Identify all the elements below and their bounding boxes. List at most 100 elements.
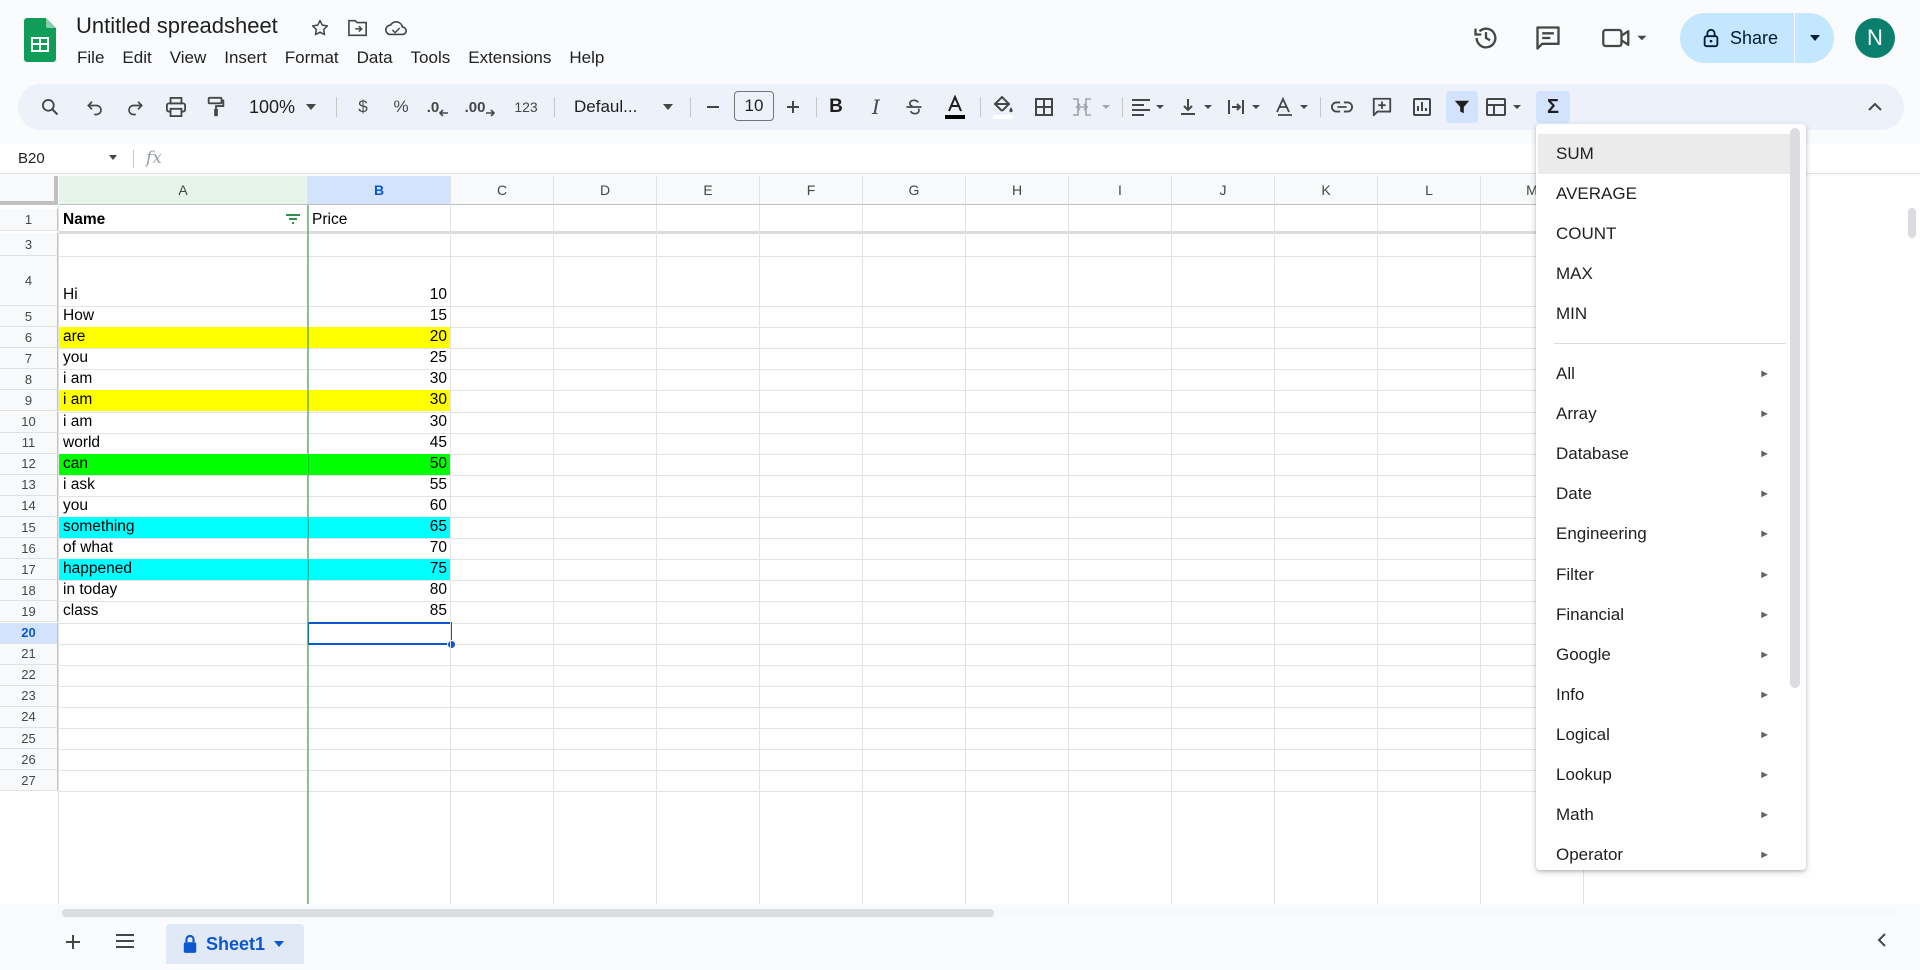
cell-b14[interactable]: 60 [308, 496, 451, 517]
row-header-6[interactable]: 6 [0, 327, 58, 349]
font-family-select[interactable]: Defaul... [566, 91, 682, 123]
cell-a3[interactable] [59, 233, 308, 256]
share-dropdown[interactable] [1795, 34, 1834, 42]
function-item-max[interactable]: MAX [1536, 254, 1792, 294]
cell-a10[interactable]: i am [59, 412, 308, 433]
decrease-font-size-button[interactable] [698, 91, 728, 123]
meet-call-icon[interactable] [1598, 20, 1654, 56]
cell-b3[interactable] [308, 233, 451, 256]
cell-b12[interactable]: 50 [308, 454, 451, 475]
menu-extensions[interactable]: Extensions [459, 46, 560, 70]
selected-cell-outline[interactable] [307, 621, 452, 645]
zoom-select[interactable]: 100% [240, 91, 326, 123]
cell-b7[interactable]: 25 [308, 348, 451, 369]
column-header-a[interactable]: A [59, 176, 308, 205]
function-category-all[interactable]: All ► [1536, 354, 1792, 394]
select-all-corner[interactable] [0, 176, 58, 205]
cell-a21[interactable] [59, 644, 308, 665]
row-header-16[interactable]: 16 [0, 538, 58, 560]
percent-format-button[interactable]: % [386, 91, 416, 123]
row-header-4[interactable]: 4 [0, 256, 58, 306]
increase-decimal-button[interactable]: .00 [462, 91, 498, 123]
vertical-align-icon[interactable] [1176, 91, 1220, 123]
cell-a9[interactable]: i am [59, 390, 308, 411]
cell-a13[interactable]: i ask [59, 475, 308, 496]
menu-tools[interactable]: Tools [402, 46, 460, 70]
function-category-database[interactable]: Database ► [1536, 434, 1792, 474]
document-title[interactable]: Untitled spreadsheet [76, 13, 278, 39]
row-header-18[interactable]: 18 [0, 580, 58, 602]
function-category-date[interactable]: Date ► [1536, 474, 1792, 514]
row-header-8[interactable]: 8 [0, 369, 58, 391]
cell-a24[interactable] [59, 707, 308, 728]
cell-b8[interactable]: 30 [308, 369, 451, 390]
cell-b4[interactable]: 10 [308, 256, 451, 306]
cell-b15[interactable]: 65 [308, 517, 451, 538]
cell-b16[interactable]: 70 [308, 538, 451, 559]
paint-format-icon[interactable] [200, 91, 232, 123]
row-header-23[interactable]: 23 [0, 685, 58, 707]
cell-b24[interactable] [308, 707, 451, 728]
function-item-min[interactable]: MIN [1536, 294, 1792, 334]
row-header-21[interactable]: 21 [0, 643, 58, 665]
increase-font-size-button[interactable] [778, 91, 808, 123]
decrease-decimal-button[interactable]: .0 [422, 91, 454, 123]
print-icon[interactable] [160, 91, 192, 123]
cell-b10[interactable]: 30 [308, 412, 451, 433]
cell-a15[interactable]: something [59, 517, 308, 538]
name-box[interactable]: B20 [18, 150, 45, 167]
collapse-toolbar-icon[interactable] [1860, 91, 1890, 123]
function-category-financial[interactable]: Financial ► [1536, 595, 1792, 635]
cell-a25[interactable] [59, 728, 308, 749]
row-header-26[interactable]: 26 [0, 749, 58, 771]
insert-chart-icon[interactable] [1406, 91, 1438, 123]
cell-a8[interactable]: i am [59, 369, 308, 390]
fill-color-icon[interactable] [986, 91, 1020, 123]
menu-insert[interactable]: Insert [215, 46, 276, 70]
bold-button[interactable]: B [820, 91, 852, 123]
function-category-info[interactable]: Info ► [1536, 675, 1792, 715]
row-header-14[interactable]: 14 [0, 495, 58, 517]
function-category-operator[interactable]: Operator ► [1536, 835, 1792, 870]
insert-comment-icon[interactable] [1366, 91, 1398, 123]
comments-icon[interactable] [1530, 20, 1566, 56]
cell-a18[interactable]: in today [59, 580, 308, 601]
cell-a5[interactable]: How [59, 306, 308, 327]
cell-b25[interactable] [308, 728, 451, 749]
row-header-7[interactable]: 7 [0, 348, 58, 370]
cell-a26[interactable] [59, 749, 308, 770]
cell-b18[interactable]: 80 [308, 580, 451, 601]
function-item-count[interactable]: COUNT [1536, 214, 1792, 254]
strikethrough-icon[interactable] [898, 91, 930, 123]
row-header-19[interactable]: 19 [0, 601, 58, 623]
avatar[interactable]: N [1855, 18, 1895, 58]
column-header-f[interactable]: F [760, 176, 863, 205]
cell-b21[interactable] [308, 644, 451, 665]
cloud-saved-icon[interactable] [382, 14, 410, 42]
add-sheet-icon[interactable] [64, 931, 82, 957]
column-header-k[interactable]: K [1275, 176, 1378, 205]
cell-b5[interactable]: 15 [308, 306, 451, 327]
column-header-l[interactable]: L [1378, 176, 1481, 205]
horizontal-align-icon[interactable] [1128, 91, 1172, 123]
column-header-g[interactable]: G [863, 176, 966, 205]
function-category-math[interactable]: Math ► [1536, 795, 1792, 835]
all-sheets-icon[interactable] [114, 933, 136, 954]
row-header-13[interactable]: 13 [0, 474, 58, 496]
redo-icon[interactable] [120, 91, 150, 123]
functions-button[interactable]: Σ [1536, 91, 1570, 123]
column-header-j[interactable]: J [1172, 176, 1275, 205]
column-header-i[interactable]: I [1069, 176, 1172, 205]
cell-a22[interactable] [59, 665, 308, 686]
cell-a19[interactable]: class [59, 601, 308, 622]
cell-b13[interactable]: 55 [308, 475, 451, 496]
borders-icon[interactable] [1028, 91, 1060, 123]
cell-a14[interactable]: you [59, 496, 308, 517]
cell-a11[interactable]: world [59, 433, 308, 454]
vertical-scrollbar[interactable] [1908, 208, 1916, 238]
version-history-icon[interactable] [1468, 20, 1504, 56]
row-header-10[interactable]: 10 [0, 411, 58, 433]
cell-b19[interactable]: 85 [308, 601, 451, 622]
cell-a27[interactable] [59, 770, 308, 791]
cell-b17[interactable]: 75 [308, 559, 451, 580]
